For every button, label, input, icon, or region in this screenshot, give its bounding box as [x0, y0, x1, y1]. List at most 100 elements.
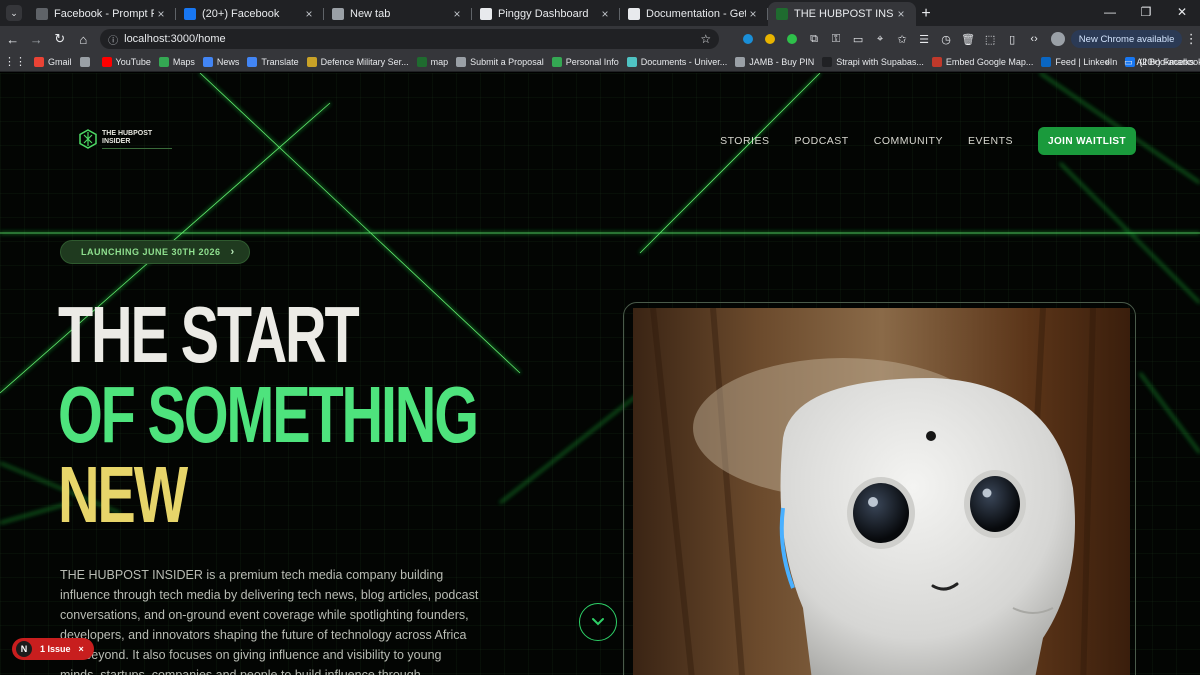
bookmark-favicon-icon	[416, 56, 427, 67]
close-tab-icon[interactable]: ×	[894, 7, 908, 21]
tab-title: Documentation - Getting Starte	[646, 8, 746, 20]
bookmark-favicon-icon	[158, 56, 169, 67]
bookmark-item[interactable]: Strapi with Supabas...	[822, 56, 924, 67]
sidepanel-icon[interactable]: ▯	[1001, 28, 1023, 50]
arrow-right-icon[interactable]: →	[26, 28, 48, 50]
main-nav: STORIES PODCAST COMMUNITY EVENTS JOIN WA…	[720, 127, 1136, 155]
launch-date-pill[interactable]: LAUNCHING JUNE 30TH 2026 ›	[60, 240, 250, 264]
close-tab-icon[interactable]: ×	[598, 7, 612, 21]
history-icon[interactable]: ◷	[935, 28, 957, 50]
code-icon[interactable]: ‹›	[1023, 28, 1045, 50]
bookmark-item[interactable]: Documents - Univer...	[626, 56, 727, 67]
arrow-left-icon[interactable]: ←	[2, 28, 24, 50]
bookmark-label: YouTube	[115, 56, 151, 67]
tab-title: Facebook - Prompt Refinement	[54, 8, 154, 20]
bookmark-item[interactable]: Personal Info	[551, 56, 619, 67]
tab-favicon-icon	[628, 8, 640, 20]
screenshot-icon[interactable]: ⬚	[979, 28, 1001, 50]
card-icon[interactable]: ▭	[847, 28, 869, 50]
scroll-down-glyph	[592, 618, 604, 626]
bookmark-favicon-icon	[306, 56, 317, 67]
bookmark-item[interactable]: News	[202, 56, 239, 67]
trash-icon[interactable]: 🗑	[957, 28, 979, 50]
browser-tab[interactable]: THE HUBPOST INSIDER - Buildi×	[768, 2, 916, 26]
bookmark-item[interactable]: Defence Military Ser...	[306, 56, 409, 67]
logo-mark-icon	[79, 129, 97, 149]
all-bookmarks-link[interactable]: All Bookmarks	[1136, 57, 1194, 67]
nav-podcast[interactable]: PODCAST	[794, 135, 848, 147]
extension-icon[interactable]	[737, 28, 759, 50]
site-logo[interactable]: THE HUBPOST INSIDER	[78, 129, 172, 149]
bookmark-item[interactable]: Translate	[247, 56, 299, 67]
close-tab-icon[interactable]: ×	[302, 7, 316, 21]
bookmark-favicon-icon	[551, 56, 562, 67]
close-icon[interactable]: ×	[79, 644, 84, 654]
hero-headline: THE START OF SOMETHING NEW	[58, 295, 479, 535]
bookmark-item[interactable]: JAMB - Buy PIN	[735, 56, 815, 67]
bookmark-item[interactable]: Gmail	[34, 56, 72, 67]
bookmark-item[interactable]: map	[416, 56, 448, 67]
close-tab-icon[interactable]: ×	[746, 7, 760, 21]
bookmark-item[interactable]: Maps	[158, 56, 195, 67]
close-tab-icon[interactable]: ×	[450, 7, 464, 21]
hero-description: THE HUBPOST INSIDER is a premium tech me…	[60, 568, 479, 675]
hero-robot-image	[633, 308, 1130, 675]
bookmark-label: JAMB - Buy PIN	[749, 56, 815, 67]
extension-icon[interactable]	[759, 28, 781, 50]
bookmark-favicon-icon	[456, 56, 467, 67]
minimize-icon[interactable]: —	[1092, 0, 1128, 24]
tab-favicon-icon	[184, 8, 196, 20]
browser-toolbar: ← → ↻ ⌂ ⓘ localhost:3000/home ☆ ⧉ ⚿ ▭ ⌖ …	[0, 26, 1200, 52]
close-window-icon[interactable]: ✕	[1164, 0, 1200, 24]
logo-subtitle: INSIDER	[102, 137, 131, 145]
bookmark-label: Translate	[261, 56, 299, 67]
more-menu-icon[interactable]: ⋮	[1182, 31, 1200, 47]
logo-title: THE HUBPOST	[102, 129, 153, 137]
dev-issue-badge[interactable]: N 1 Issue ×	[12, 638, 94, 660]
tab-search-button[interactable]: ⌄	[6, 5, 22, 21]
browser-tab[interactable]: (20+) Facebook ×	[176, 2, 324, 26]
nav-community[interactable]: COMMUNITY	[874, 135, 943, 147]
bookmarks-bar: ⋮⋮ Gmail YouTube Maps News Translate Defence …	[0, 52, 1200, 72]
key-icon[interactable]: ⚿	[825, 28, 847, 50]
issue-count[interactable]: 1 Issue	[40, 644, 71, 654]
more-bookmarks-icon[interactable]: »	[1105, 57, 1110, 67]
puzzle-icon[interactable]: ⧉	[803, 28, 825, 50]
avatar[interactable]	[1051, 32, 1065, 46]
bookmark-favicon-icon	[735, 56, 746, 67]
bookmark-item[interactable]	[79, 56, 94, 67]
new-chrome-available-button[interactable]: New Chrome available	[1070, 30, 1183, 48]
bookmark-item[interactable]: Embed Google Map...	[931, 56, 1033, 67]
reading-list-icon[interactable]: ☰	[913, 28, 935, 50]
browser-tab[interactable]: Pinggy Dashboard ×	[472, 2, 620, 26]
bookmark-label: Gmail	[48, 56, 72, 67]
browser-tab[interactable]: New tab ×	[324, 2, 472, 26]
home-icon[interactable]: ⌂	[73, 28, 95, 50]
headline-line-2: OF SOMETHING	[58, 370, 479, 459]
close-tab-icon[interactable]: ×	[154, 7, 168, 21]
bookmark-item[interactable]: YouTube	[101, 56, 151, 67]
apps-icon[interactable]: ⋮⋮	[4, 55, 26, 68]
new-tab-button[interactable]: +	[916, 2, 936, 26]
tab-title: (20+) Facebook	[202, 8, 280, 20]
chevron-down-icon[interactable]	[579, 603, 617, 641]
bookmark-item[interactable]: Submit a Proposal	[456, 56, 544, 67]
extension-icon[interactable]	[781, 28, 803, 50]
nav-stories[interactable]: STORIES	[720, 135, 769, 147]
url-text[interactable]: localhost:3000/home	[124, 33, 700, 45]
star-icon[interactable]: ☆	[700, 32, 711, 46]
star-list-icon[interactable]: ✩	[891, 28, 913, 50]
browser-tab[interactable]: Documentation - Getting Starte×	[620, 2, 768, 26]
tab-list: Facebook - Prompt Refinement×(20+) Faceb…	[28, 2, 916, 26]
page-viewport: THE HUBPOST INSIDER STORIES PODCAST COMM…	[0, 73, 1200, 675]
address-bar[interactable]: ⓘ localhost:3000/home ☆	[100, 29, 720, 49]
join-waitlist-button[interactable]: JOIN WAITLIST	[1038, 127, 1136, 155]
browser-tab[interactable]: Facebook - Prompt Refinement×	[28, 2, 176, 26]
restore-icon[interactable]: ❐	[1128, 0, 1164, 24]
reload-icon[interactable]: ↻	[49, 28, 71, 50]
robot-illustration	[633, 308, 1130, 675]
bookmarks-end: » ▭ All Bookmarks	[1105, 52, 1194, 72]
site-info-icon[interactable]: ⓘ	[108, 32, 118, 47]
location-icon[interactable]: ⌖	[869, 28, 891, 50]
nav-events[interactable]: EVENTS	[968, 135, 1013, 147]
